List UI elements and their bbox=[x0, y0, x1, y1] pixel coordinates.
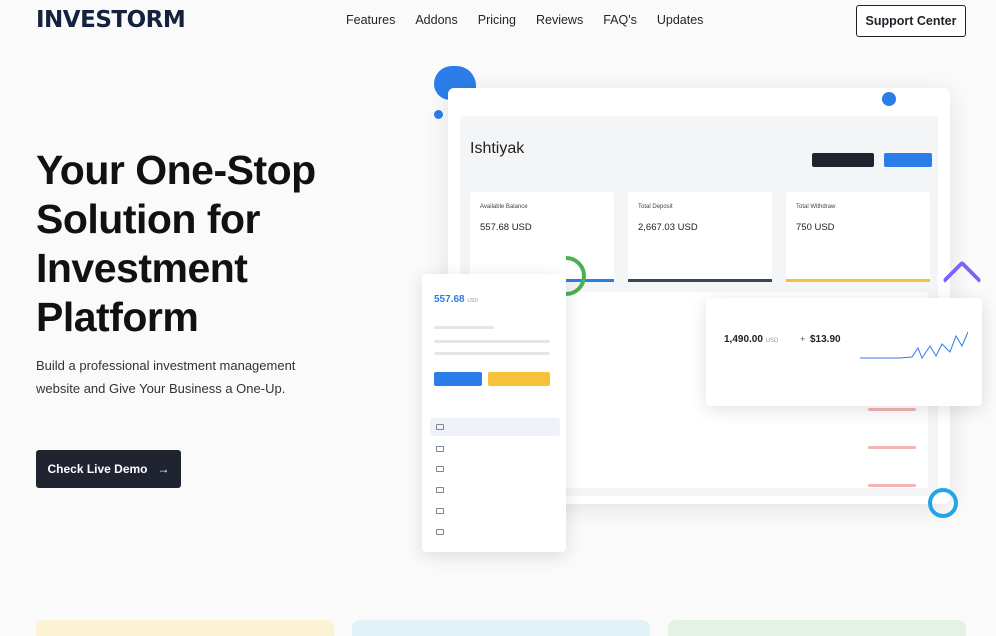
stat-value: 2,667.03 USD bbox=[638, 222, 698, 233]
side-yellow-button bbox=[488, 372, 550, 386]
menu-icon bbox=[436, 466, 444, 472]
side-menu-item bbox=[430, 440, 560, 458]
side-balance-value: 557.68 bbox=[434, 294, 465, 305]
stat-bar bbox=[628, 279, 772, 282]
invested-value: 1,490.00 bbox=[724, 334, 763, 345]
check-live-demo-button[interactable]: Check Live Demo → bbox=[36, 450, 181, 488]
side-balance: 557.68 USD bbox=[434, 294, 478, 305]
stat-label: Total Deposit bbox=[638, 204, 673, 210]
placeholder-line bbox=[434, 340, 550, 343]
side-menu-item bbox=[430, 502, 560, 520]
feature-card-1 bbox=[36, 620, 334, 636]
dashboard-side-panel: 557.68 USD bbox=[422, 274, 566, 552]
dashboard-dark-button bbox=[812, 153, 874, 167]
menu-icon bbox=[436, 487, 444, 493]
side-blue-button bbox=[434, 372, 482, 386]
placeholder-line bbox=[434, 326, 494, 329]
sparkline bbox=[860, 331, 968, 360]
nav-link-addons[interactable]: Addons bbox=[415, 13, 457, 27]
support-center-button[interactable]: Support Center bbox=[856, 5, 966, 37]
invested-currency: USD bbox=[765, 338, 779, 344]
side-balance-currency: USD bbox=[467, 298, 478, 304]
stat-bar bbox=[786, 279, 930, 282]
site-header: INVESTORM Features Addons Pricing Review… bbox=[0, 0, 996, 44]
stat-card-available-balance: Available Balance 557.68 USD bbox=[470, 192, 614, 282]
side-menu-item bbox=[430, 460, 560, 478]
feature-card-2 bbox=[352, 620, 650, 636]
decorative-dot bbox=[434, 110, 443, 119]
nav-link-features[interactable]: Features bbox=[346, 13, 395, 27]
transaction-amount bbox=[868, 408, 916, 411]
side-menu-item bbox=[430, 523, 560, 541]
transaction-amount bbox=[868, 446, 916, 449]
menu-icon bbox=[436, 424, 444, 430]
feature-card-3 bbox=[668, 620, 966, 636]
hero-subtitle: Build a professional investment manageme… bbox=[36, 358, 296, 396]
nav-link-updates[interactable]: Updates bbox=[657, 13, 704, 27]
sparkline-chart bbox=[860, 331, 968, 360]
stat-label: Total Withdraw bbox=[796, 204, 836, 210]
hero-title: Your One-Stop Solution for Investment Pl… bbox=[36, 147, 316, 340]
nav-link-reviews[interactable]: Reviews bbox=[536, 13, 583, 27]
decorative-ring-blue bbox=[928, 488, 958, 518]
invested-card: 1,490.00 USD + $13.90 bbox=[706, 298, 982, 406]
dashboard-username: Ishtiyak bbox=[470, 140, 525, 157]
side-menu-item bbox=[430, 418, 560, 436]
cta-label: Check Live Demo bbox=[47, 462, 148, 476]
arrow-right-icon: → bbox=[157, 462, 170, 476]
dashboard-topbar bbox=[448, 88, 950, 112]
invested-amount: 1,490.00 USD bbox=[724, 334, 778, 345]
stat-value: 750 USD bbox=[796, 222, 835, 233]
nav-link-faqs[interactable]: FAQ's bbox=[603, 13, 637, 27]
stat-label: Available Balance bbox=[480, 204, 528, 210]
landing-page: INVESTORM Features Addons Pricing Review… bbox=[0, 0, 996, 636]
stat-value: 557.68 USD bbox=[480, 222, 532, 233]
dashboard-blue-button bbox=[884, 153, 932, 167]
side-menu-item bbox=[430, 481, 560, 499]
transaction-amount bbox=[868, 484, 916, 487]
main-nav: Features Addons Pricing Reviews FAQ's Up… bbox=[346, 13, 723, 27]
investorm-logo[interactable]: INVESTORM bbox=[36, 7, 186, 33]
nav-link-pricing[interactable]: Pricing bbox=[478, 13, 516, 27]
menu-icon bbox=[436, 529, 444, 535]
placeholder-line bbox=[434, 352, 550, 355]
menu-icon bbox=[436, 508, 444, 514]
stat-card-total-withdraw: Total Withdraw 750 USD bbox=[786, 192, 930, 282]
invested-profit: $13.90 bbox=[810, 334, 841, 345]
plus-sign: + bbox=[800, 334, 806, 344]
menu-icon bbox=[436, 446, 444, 452]
avatar bbox=[882, 92, 896, 106]
stat-card-total-deposit: Total Deposit 2,667.03 USD bbox=[628, 192, 772, 282]
